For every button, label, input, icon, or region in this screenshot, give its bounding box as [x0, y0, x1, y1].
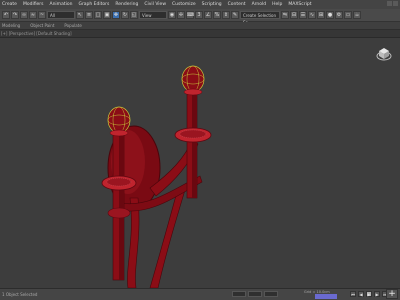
ribbon-tabs: Modeling Object Paint Populate	[0, 22, 400, 30]
right-candle-cup	[183, 88, 203, 96]
select-scale-icon[interactable]: ◱	[130, 11, 138, 19]
mirror-icon[interactable]: ⇋	[281, 11, 289, 19]
menu-maxscript[interactable]: MAXScript	[288, 2, 311, 7]
viewcube-icon[interactable]	[376, 46, 392, 62]
render-icon[interactable]: ☕	[353, 11, 361, 19]
right-bulb	[181, 65, 205, 93]
menu-arnold[interactable]: Arnold	[252, 2, 267, 7]
left-candle-cup	[109, 129, 129, 137]
go-to-start-icon[interactable]: ⏮	[350, 291, 356, 297]
coordinate-fields	[232, 291, 278, 297]
spinner-snap-icon[interactable]: ⇕	[222, 11, 230, 19]
viewport-label[interactable]: [+] [Perspective] [Default Shading]	[1, 31, 72, 36]
redo-icon[interactable]: ↷	[11, 11, 19, 19]
perspective-viewport[interactable]	[0, 38, 400, 288]
right-candle-stem-shade	[192, 88, 197, 198]
undo-icon[interactable]: ↶	[2, 11, 10, 19]
rendered-frame-icon[interactable]: ▭	[344, 11, 352, 19]
edit-named-sets-icon[interactable]: ✎	[231, 11, 239, 19]
percent-snap-icon[interactable]: %	[213, 11, 221, 19]
tab-modeling[interactable]: Modeling	[2, 23, 20, 28]
rect-selection-icon[interactable]: □	[94, 11, 102, 19]
menu-graph-editors[interactable]: Graph Editors	[78, 2, 109, 7]
window-crossing-icon[interactable]: ▣	[103, 11, 111, 19]
align-icon[interactable]: ⊟	[290, 11, 298, 19]
material-editor-icon[interactable]: ●	[326, 11, 334, 19]
x-coordinate-field[interactable]	[232, 291, 246, 297]
animation-controls: ⏮ ◀ ▶ ▶ ⏭	[350, 291, 388, 297]
play-icon[interactable]: ▶	[366, 291, 372, 297]
left-mid-ring	[107, 207, 131, 219]
named-selection-set-dropdown[interactable]: Create Selection Se	[240, 11, 280, 25]
scene-canvas	[101, 65, 212, 288]
sconce-model[interactable]	[101, 65, 212, 288]
selection-filter-dropdown[interactable]: All	[47, 11, 75, 19]
left-bulb	[107, 106, 131, 134]
selection-status: 1 Object Selected	[2, 292, 38, 297]
render-setup-icon[interactable]: ⚙	[335, 11, 343, 19]
maximize-icon[interactable]	[393, 1, 398, 6]
minimize-icon[interactable]	[387, 1, 392, 6]
main-toolbar: ↶ ↷ ∞ ≈ ~ All ↖ ≡ □ ▣ ✥ ↻ ◱ View ◉ ✢ ⌨ 3…	[0, 9, 400, 25]
unlink-icon[interactable]: ≈	[29, 11, 37, 19]
menu-scripting[interactable]: Scripting	[202, 2, 222, 7]
tab-populate[interactable]: Populate	[64, 23, 81, 28]
menu-content[interactable]: Content	[228, 2, 246, 7]
menu-customize[interactable]: Customize	[172, 2, 196, 7]
viewport-header: [+] [Perspective] [Default Shading]	[0, 30, 400, 38]
select-move-icon[interactable]: ✥	[112, 11, 120, 19]
menu-bar: Create Modifiers Animation Graph Editors…	[0, 0, 400, 9]
status-bar: 1 Object Selected Grid = 10.0cm ⏮ ◀ ▶ ▶ …	[0, 288, 400, 300]
manipulate-icon[interactable]: ✢	[177, 11, 185, 19]
menu-modifiers[interactable]: Modifiers	[23, 2, 44, 7]
select-object-icon[interactable]: ↖	[76, 11, 84, 19]
menu-rendering[interactable]: Rendering	[115, 2, 138, 7]
menu-create[interactable]: Create	[2, 2, 17, 7]
auto-key-button[interactable]	[315, 294, 337, 299]
add-viewport-button[interactable]: +	[386, 289, 398, 299]
bind-space-warp-icon[interactable]: ~	[38, 11, 46, 19]
previous-frame-icon[interactable]: ◀	[358, 291, 364, 297]
snaps-toggle-icon[interactable]: 3	[195, 11, 203, 19]
window-controls	[387, 1, 398, 6]
z-coordinate-field[interactable]	[264, 291, 278, 297]
right-drip-cup-inner	[179, 129, 207, 139]
y-coordinate-field[interactable]	[248, 291, 262, 297]
next-frame-icon[interactable]: ▶	[374, 291, 380, 297]
angle-snap-icon[interactable]: ∠	[204, 11, 212, 19]
select-by-name-icon[interactable]: ≡	[85, 11, 93, 19]
menu-civil-view[interactable]: Civil View	[144, 2, 166, 7]
menu-animation[interactable]: Animation	[50, 2, 73, 7]
tab-object-paint[interactable]: Object Paint	[30, 23, 54, 28]
layer-explorer-icon[interactable]: ☰	[299, 11, 307, 19]
left-candle-stem-shade	[119, 130, 124, 280]
pivot-center-icon[interactable]: ◉	[168, 11, 176, 19]
link-icon[interactable]: ∞	[20, 11, 28, 19]
left-drip-cup-inner	[106, 177, 132, 187]
curve-editor-icon[interactable]: ∿	[308, 11, 316, 19]
menu-help[interactable]: Help	[272, 2, 282, 7]
keyboard-shortcut-icon[interactable]: ⌨	[186, 11, 194, 19]
select-rotate-icon[interactable]: ↻	[121, 11, 129, 19]
schematic-view-icon[interactable]: ⊞	[317, 11, 325, 19]
reference-coordinate-dropdown[interactable]: View	[139, 11, 167, 19]
